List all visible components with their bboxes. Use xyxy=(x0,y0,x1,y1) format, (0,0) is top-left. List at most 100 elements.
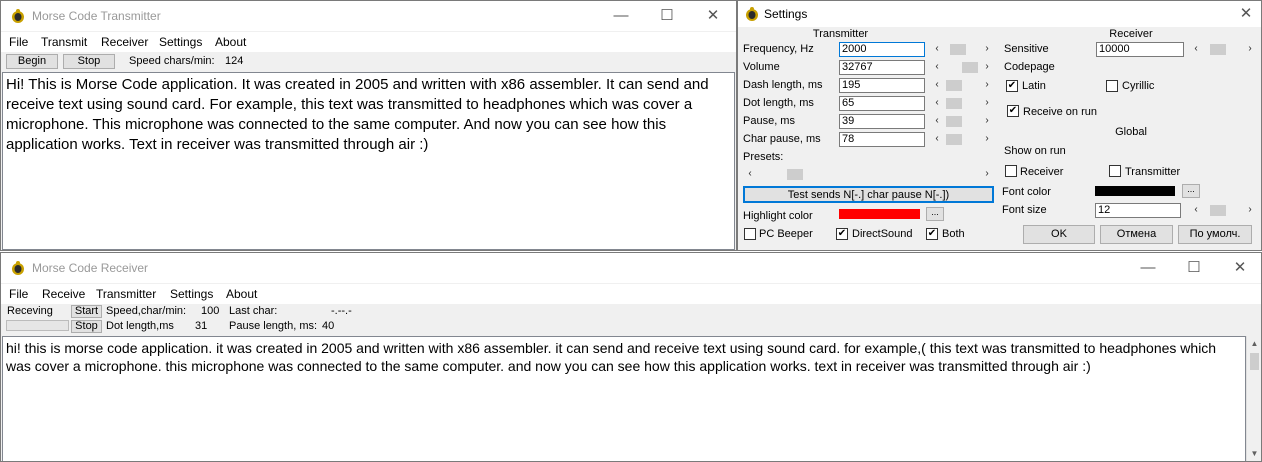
default-button[interactable]: По умолч. xyxy=(1178,225,1252,244)
arrow-left-icon[interactable]: ‹ xyxy=(930,132,944,146)
arrow-right-icon[interactable]: › xyxy=(980,167,994,181)
receiver-scrollbar[interactable]: ▲ ▼ xyxy=(1246,336,1261,461)
start-button[interactable]: Start xyxy=(71,305,102,318)
scroll-down-icon[interactable]: ▼ xyxy=(1247,446,1261,461)
menu-file[interactable]: File xyxy=(9,287,28,301)
pause-label: Pause, ms xyxy=(743,115,795,127)
slider-thumb[interactable] xyxy=(946,134,962,145)
arrow-right-icon[interactable]: › xyxy=(980,60,994,74)
font-size-slider[interactable]: ‹ › xyxy=(1189,203,1257,217)
presets-slider[interactable]: ‹ › xyxy=(743,167,994,181)
transmitter-title: Morse Code Transmitter xyxy=(32,9,161,23)
receiver-text[interactable]: hi! this is morse code application. it w… xyxy=(2,336,1246,461)
close-icon[interactable]: ✕ xyxy=(690,1,736,31)
minimize-icon[interactable]: — xyxy=(598,1,644,31)
highlight-color-browse-button[interactable]: ... xyxy=(926,207,944,221)
volume-field[interactable]: 32767 xyxy=(839,60,925,75)
slider-thumb[interactable] xyxy=(1210,205,1226,216)
pause-length-value: 40 xyxy=(322,320,335,332)
cancel-button[interactable]: Отмена xyxy=(1100,225,1173,244)
slider-thumb[interactable] xyxy=(950,44,966,55)
arrow-right-icon[interactable]: › xyxy=(980,132,994,146)
scroll-thumb[interactable] xyxy=(1250,353,1259,370)
arrow-right-icon[interactable]: › xyxy=(980,114,994,128)
show-on-run-label: Show on run xyxy=(1004,145,1066,157)
arrow-right-icon[interactable]: › xyxy=(980,78,994,92)
slider-thumb[interactable] xyxy=(1210,44,1226,55)
volume-slider[interactable]: ‹ › xyxy=(930,60,994,74)
frequency-slider[interactable]: ‹ › xyxy=(930,42,994,56)
receiver-titlebar[interactable]: Morse Code Receiver — ☐ ✕ xyxy=(1,253,1261,283)
slider-thumb[interactable] xyxy=(787,169,803,180)
menu-file[interactable]: File xyxy=(9,35,28,49)
dash-length-field[interactable]: 195 xyxy=(839,78,925,93)
char-pause-slider[interactable]: ‹ › xyxy=(930,132,994,146)
transmitter-titlebar[interactable]: Morse Code Transmitter — ☐ ✕ xyxy=(1,1,736,31)
minimize-icon[interactable]: — xyxy=(1125,253,1171,283)
slider-thumb[interactable] xyxy=(962,62,978,73)
dash-length-slider[interactable]: ‹ › xyxy=(930,78,994,92)
menu-about[interactable]: About xyxy=(226,287,257,301)
arrow-right-icon[interactable]: › xyxy=(1243,42,1257,56)
arrow-right-icon[interactable]: › xyxy=(980,96,994,110)
speed-value: 124 xyxy=(225,55,244,67)
font-color-browse-button[interactable]: ... xyxy=(1182,184,1200,198)
dot-length-label: Dot length, ms xyxy=(743,97,814,109)
both-checkbox[interactable]: ✔ xyxy=(926,228,938,240)
slider-thumb[interactable] xyxy=(946,98,962,109)
latin-checkbox[interactable]: ✔ xyxy=(1006,80,1018,92)
font-size-field[interactable]: 12 xyxy=(1095,203,1181,218)
cyrillic-checkbox[interactable] xyxy=(1106,80,1118,92)
arrow-right-icon[interactable]: › xyxy=(1243,203,1257,217)
frequency-field[interactable]: 2000 xyxy=(839,42,925,57)
transmitter-text[interactable]: Hi! This is Morse Code application. It w… xyxy=(2,72,735,250)
pause-field[interactable]: 39 xyxy=(839,114,925,129)
maximize-icon[interactable]: ☐ xyxy=(1171,253,1217,283)
sensitive-slider[interactable]: ‹ › xyxy=(1189,42,1257,56)
stop-button[interactable]: Stop xyxy=(63,54,115,69)
arrow-left-icon[interactable]: ‹ xyxy=(930,96,944,110)
menu-receiver[interactable]: Receiver xyxy=(101,35,148,49)
highlight-color-label: Highlight color xyxy=(743,210,813,222)
scroll-up-icon[interactable]: ▲ xyxy=(1247,336,1261,352)
arrow-left-icon[interactable]: ‹ xyxy=(1189,203,1203,217)
char-pause-field[interactable]: 78 xyxy=(839,132,925,147)
menu-transmitter[interactable]: Transmitter xyxy=(96,287,156,301)
settings-titlebar[interactable]: Settings ✕ xyxy=(738,1,1261,27)
arrow-left-icon[interactable]: ‹ xyxy=(930,114,944,128)
settings-title: Settings xyxy=(764,7,808,21)
test-send-button[interactable]: Test sends N[-.] char pause N[-.]) xyxy=(743,186,994,203)
arrow-left-icon[interactable]: ‹ xyxy=(743,167,757,181)
font-color-swatch xyxy=(1095,186,1175,196)
close-icon[interactable]: ✕ xyxy=(1234,1,1258,29)
receive-on-run-checkbox[interactable]: ✔ xyxy=(1007,105,1019,117)
pc-beeper-checkbox[interactable] xyxy=(744,228,756,240)
morse-app-icon xyxy=(746,7,758,21)
dot-length-field[interactable]: 65 xyxy=(839,96,925,111)
dot-length-slider[interactable]: ‹ › xyxy=(930,96,994,110)
arrow-left-icon[interactable]: ‹ xyxy=(930,42,944,56)
menu-receive[interactable]: Receive xyxy=(42,287,85,301)
begin-button[interactable]: Begin xyxy=(6,54,58,69)
menu-about[interactable]: About xyxy=(215,35,246,49)
show-receiver-label: Receiver xyxy=(1020,166,1064,178)
menu-transmit[interactable]: Transmit xyxy=(41,35,87,49)
arrow-left-icon[interactable]: ‹ xyxy=(930,60,944,74)
arrow-left-icon[interactable]: ‹ xyxy=(930,78,944,92)
presets-label: Presets: xyxy=(743,151,784,163)
slider-thumb[interactable] xyxy=(946,116,962,127)
menu-settings[interactable]: Settings xyxy=(159,35,202,49)
menu-settings[interactable]: Settings xyxy=(170,287,213,301)
arrow-right-icon[interactable]: › xyxy=(980,42,994,56)
ok-button[interactable]: OK xyxy=(1023,225,1095,244)
show-transmitter-checkbox[interactable] xyxy=(1109,165,1121,177)
close-icon[interactable]: ✕ xyxy=(1217,253,1261,283)
pause-slider[interactable]: ‹ › xyxy=(930,114,994,128)
slider-thumb[interactable] xyxy=(946,80,962,91)
sensitive-field[interactable]: 10000 xyxy=(1096,42,1184,57)
show-receiver-checkbox[interactable] xyxy=(1005,165,1017,177)
arrow-left-icon[interactable]: ‹ xyxy=(1189,42,1203,56)
maximize-icon[interactable]: ☐ xyxy=(644,1,690,31)
direct-sound-checkbox[interactable]: ✔ xyxy=(836,228,848,240)
stop-button[interactable]: Stop xyxy=(71,320,102,333)
